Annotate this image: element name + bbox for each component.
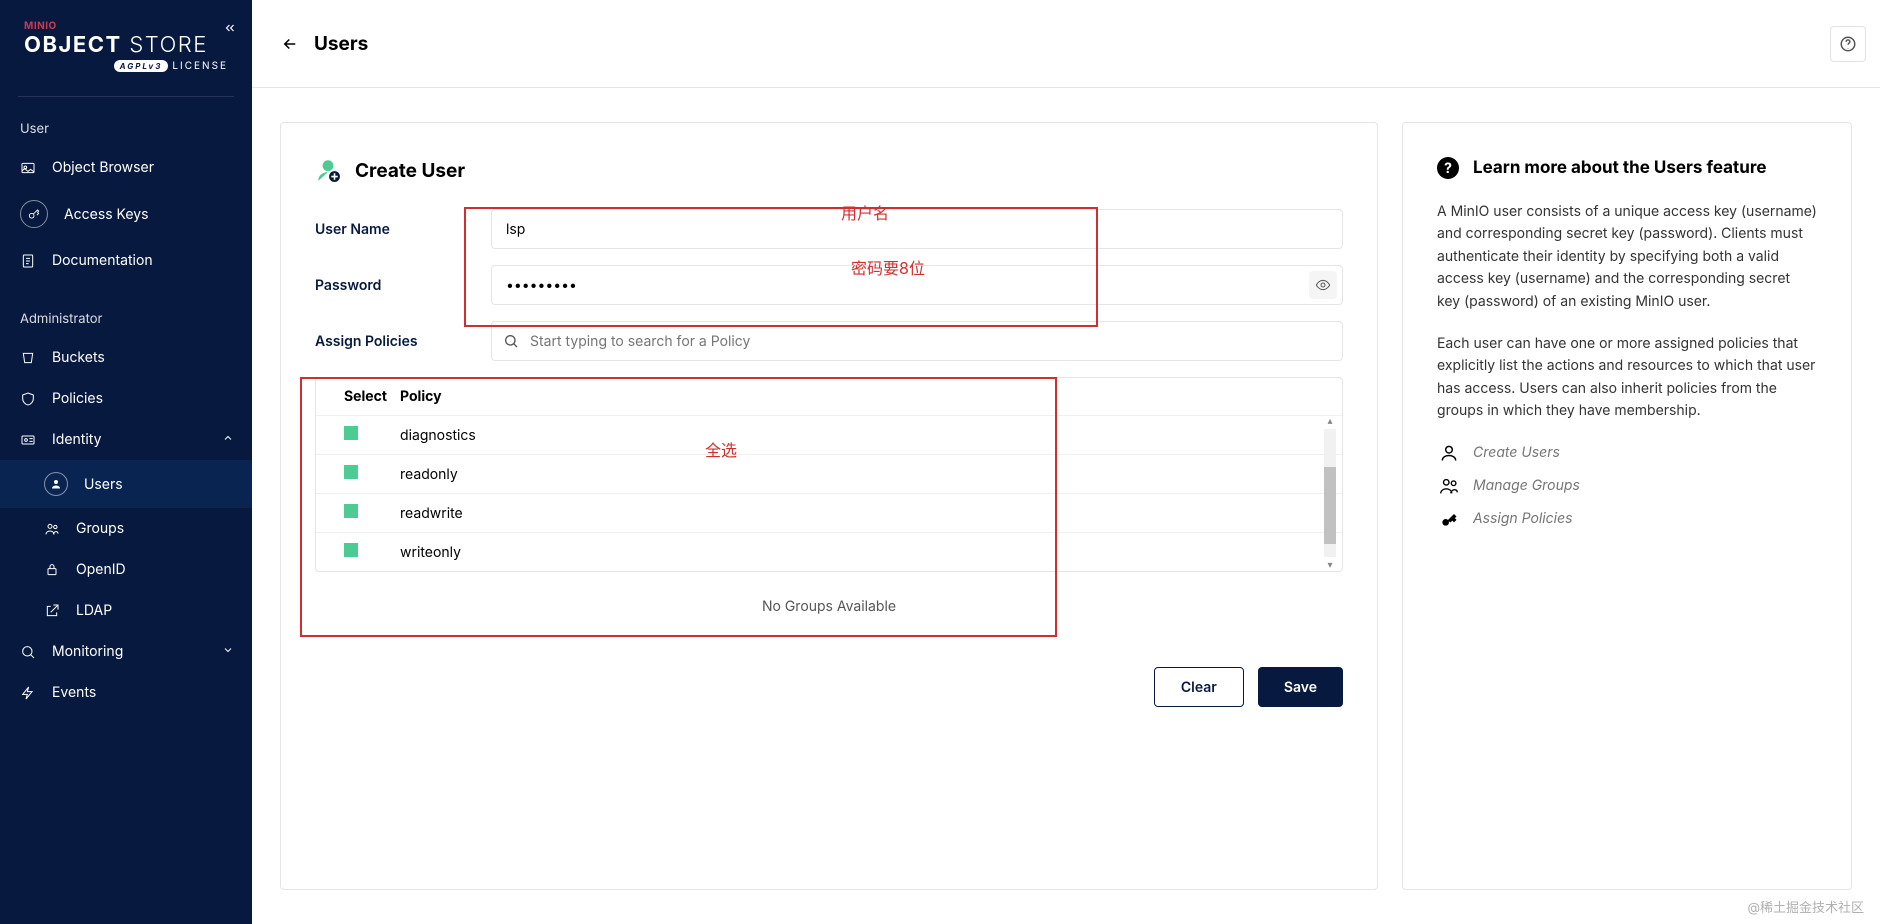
policy-search-input[interactable]	[491, 321, 1343, 361]
info-title: Learn more about the Users feature	[1473, 158, 1766, 178]
sidebar-item-label: Buckets	[52, 349, 105, 366]
sidebar-item-label: Monitoring	[52, 643, 123, 660]
brand-name: MINIO	[24, 20, 228, 32]
user-icon	[1437, 443, 1461, 463]
back-button[interactable]	[280, 34, 300, 54]
help-button[interactable]	[1830, 26, 1866, 62]
openid-icon	[44, 562, 60, 578]
sidebar-item-identity[interactable]: Identity	[0, 419, 252, 460]
topbar: Users	[252, 0, 1880, 88]
sidebar-item-label: Groups	[76, 520, 124, 537]
main: Users Create User User Name Password	[252, 0, 1880, 924]
info-link-manage-groups[interactable]: Manage Groups	[1437, 475, 1817, 497]
save-button[interactable]: Save	[1258, 667, 1343, 707]
create-user-icon	[315, 157, 341, 183]
info-link-create-users[interactable]: Create Users	[1437, 443, 1817, 463]
sidebar-item-label: Policies	[52, 390, 103, 407]
password-label: Password	[315, 277, 491, 294]
nav-section-user: User	[0, 111, 252, 147]
sidebar-item-ldap[interactable]: LDAP	[0, 590, 252, 631]
sidebar-item-documentation[interactable]: Documentation	[0, 240, 252, 281]
form-title: Create User	[355, 159, 465, 182]
table-row[interactable]: writeonly	[316, 532, 1342, 571]
sidebar-item-label: Identity	[52, 431, 101, 448]
shield-icon	[20, 391, 36, 407]
groups-icon	[1437, 475, 1461, 497]
policy-table: Select Policy diagnostics readonly readw…	[315, 377, 1343, 572]
info-paragraph: A MinIO user consists of a unique access…	[1437, 201, 1817, 313]
user-icon	[44, 472, 68, 496]
table-row[interactable]: diagnostics	[316, 415, 1342, 454]
policy-checkbox[interactable]	[344, 465, 358, 479]
sidebar-item-label: Events	[52, 684, 96, 701]
username-input[interactable]	[491, 209, 1343, 249]
policy-checkbox[interactable]	[344, 426, 358, 440]
create-user-card: Create User User Name Password Assign	[280, 122, 1378, 890]
ldap-icon	[44, 603, 60, 619]
logo: MINIO OBJECT STORE AGPLv3 LICENSE	[0, 0, 252, 82]
policy-name: readonly	[400, 466, 458, 483]
info-link-label: Manage Groups	[1473, 477, 1580, 494]
groups-icon	[44, 521, 60, 537]
password-input[interactable]	[491, 265, 1343, 305]
sidebar-item-monitoring[interactable]: Monitoring	[0, 631, 252, 672]
folder-icon	[20, 160, 36, 176]
toggle-password-visibility-button[interactable]	[1309, 271, 1337, 299]
sidebar: MINIO OBJECT STORE AGPLv3 LICENSE User O…	[0, 0, 252, 924]
content: Create User User Name Password Assign	[252, 88, 1880, 924]
search-icon	[503, 333, 519, 353]
policy-checkbox[interactable]	[344, 504, 358, 518]
sidebar-item-openid[interactable]: OpenID	[0, 549, 252, 590]
sidebar-item-label: Users	[84, 476, 123, 493]
sidebar-item-users[interactable]: Users	[0, 460, 252, 508]
sidebar-item-label: LDAP	[76, 602, 112, 619]
bucket-icon	[20, 350, 36, 366]
policy-name: writeonly	[400, 544, 461, 561]
info-link-label: Assign Policies	[1473, 510, 1573, 527]
brand-license: AGPLv3 LICENSE	[24, 60, 228, 72]
table-select-header: Select	[344, 388, 400, 405]
brand-product: OBJECT STORE	[24, 32, 228, 58]
no-groups-text: No Groups Available	[315, 598, 1343, 615]
info-paragraph: Each user can have one or more assigned …	[1437, 333, 1817, 423]
table-policy-header: Policy	[400, 388, 442, 405]
document-icon	[20, 253, 36, 269]
id-icon	[20, 432, 36, 448]
sidebar-item-events[interactable]: Events	[0, 672, 252, 713]
nav-section-admin: Administrator	[0, 301, 252, 337]
sidebar-item-label: Object Browser	[52, 159, 154, 176]
info-link-assign-policies[interactable]: Assign Policies	[1437, 509, 1817, 529]
sidebar-item-access-keys[interactable]: Access Keys	[0, 188, 252, 240]
key-icon	[1437, 509, 1461, 529]
sidebar-item-policies[interactable]: Policies	[0, 378, 252, 419]
sidebar-item-label: Access Keys	[64, 206, 149, 223]
assign-policies-label: Assign Policies	[315, 333, 491, 350]
page-title: Users	[314, 32, 368, 55]
sidebar-item-label: Documentation	[52, 252, 153, 269]
policy-checkbox[interactable]	[344, 543, 358, 557]
monitoring-icon	[20, 644, 36, 660]
key-icon	[20, 200, 48, 228]
collapse-sidebar-button[interactable]	[220, 18, 240, 38]
events-icon	[20, 685, 36, 701]
watermark: @稀土掘金技术社区	[1747, 897, 1864, 916]
chevron-down-icon	[222, 643, 234, 660]
username-label: User Name	[315, 221, 491, 238]
scrollbar[interactable]: ▴▾	[1324, 415, 1336, 571]
policy-name: diagnostics	[400, 427, 476, 444]
policy-name: readwrite	[400, 505, 463, 522]
info-link-label: Create Users	[1473, 444, 1560, 461]
sidebar-item-object-browser[interactable]: Object Browser	[0, 147, 252, 188]
sidebar-item-groups[interactable]: Groups	[0, 508, 252, 549]
clear-button[interactable]: Clear	[1154, 667, 1244, 707]
sidebar-item-label: OpenID	[76, 561, 126, 578]
info-card: ? Learn more about the Users feature A M…	[1402, 122, 1852, 890]
chevron-up-icon	[222, 431, 234, 448]
sidebar-item-buckets[interactable]: Buckets	[0, 337, 252, 378]
table-row[interactable]: readwrite	[316, 493, 1342, 532]
table-row[interactable]: readonly	[316, 454, 1342, 493]
info-icon: ?	[1437, 157, 1459, 179]
